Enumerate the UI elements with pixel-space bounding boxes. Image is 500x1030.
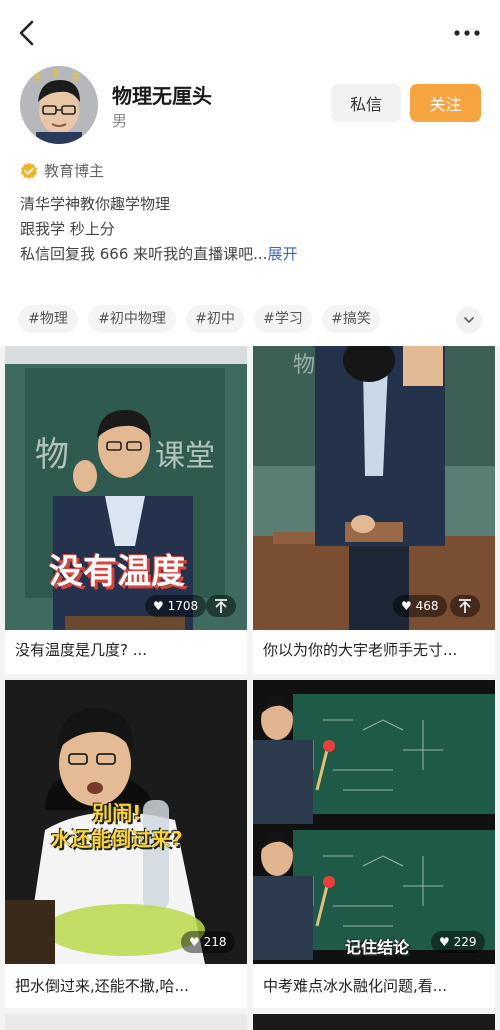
share-button[interactable] xyxy=(450,595,480,617)
svg-text:课堂: 课堂 xyxy=(155,439,215,474)
likes-count: 218 xyxy=(203,935,227,949)
likes-counter: ♥ 229 xyxy=(431,931,485,953)
avatar[interactable]: ? ? ? xyxy=(20,66,98,144)
video-card[interactable]: 物理 ♥ 468 xyxy=(253,346,495,674)
likes-counter: ♥ 1708 xyxy=(145,595,207,617)
bio: 清华学神教你趣学物理 跟我学 秒上分 私信回复我 666 来听我的直播课吧...… xyxy=(20,192,480,267)
video-title: 中考难点冰水融化问题,看... xyxy=(263,977,448,995)
video-title: 你以为你的大宇老师手无寸... xyxy=(263,641,458,659)
verified-title: 教育博主 xyxy=(44,162,105,180)
bio-line-2: 跟我学 秒上分 xyxy=(20,220,115,238)
tag-chip[interactable]: #初中 xyxy=(186,305,244,333)
expand-link[interactable]: 展开 xyxy=(267,245,297,263)
tags-expand-button[interactable] xyxy=(456,307,482,333)
tag-bar: #物理 #初中物理 #初中 #学习 #搞笑 xyxy=(18,305,482,335)
share-up-icon xyxy=(215,599,227,613)
chevron-left-icon xyxy=(19,20,34,46)
profile-header: ? ? ? 物理无厘头 男 私信 关注 xyxy=(0,62,500,152)
likes-counter: ♥ 468 xyxy=(393,595,447,617)
video-card[interactable]: 记住结论 ♥ 229 中考难点冰水融化问题,看... xyxy=(253,680,495,1008)
tag-chip[interactable]: #物理 xyxy=(18,305,78,333)
bio-line-1: 清华学神教你趣学物理 xyxy=(20,195,171,213)
svg-text:?: ? xyxy=(34,71,41,85)
chevron-down-icon xyxy=(464,317,474,323)
profile-name: 物理无厘头 xyxy=(112,84,212,108)
video-title: 没有温度是几度? ... xyxy=(15,641,148,659)
video-card-partial[interactable] xyxy=(253,1014,495,1030)
heart-icon: ♥ xyxy=(439,935,450,949)
video-card[interactable]: 物 课堂 没有温度 ♥ 1708 没有温度是几度? ... xyxy=(5,346,247,674)
back-button[interactable] xyxy=(14,18,42,48)
video-title: 把水倒过来,还能不撒,哈... xyxy=(15,977,189,995)
likes-counter: ♥ 218 xyxy=(181,931,235,953)
video-card[interactable]: 别闹! 水还能倒过来? ♥ 218 把水倒过来,还能不撒,哈... xyxy=(5,680,247,1008)
bio-line-3-wrap: 私信回复我 666 来听我的直播课吧...展开 xyxy=(20,242,480,267)
more-dots-icon xyxy=(454,30,480,36)
tag-chip[interactable]: #学习 xyxy=(254,305,312,333)
video-thumbnail: 别闹! 水还能倒过来? ♥ 218 xyxy=(5,680,247,964)
tag-chip[interactable]: #搞笑 xyxy=(322,305,380,333)
share-up-icon xyxy=(459,599,471,613)
likes-count: 468 xyxy=(415,599,439,613)
likes-count: 1708 xyxy=(167,599,199,613)
more-button[interactable] xyxy=(452,22,482,42)
heart-icon: ♥ xyxy=(401,599,412,613)
profile-gender: 男 xyxy=(112,112,128,130)
video-overlay-caption: 记住结论 xyxy=(345,938,410,957)
video-thumbnail: 记住结论 ♥ 229 xyxy=(253,680,495,964)
video-thumbnail: 物 课堂 没有温度 ♥ 1708 xyxy=(5,346,247,630)
video-thumbnail: 物理 ♥ 468 xyxy=(253,346,495,630)
verified-badge-icon xyxy=(21,162,37,179)
message-button[interactable]: 私信 xyxy=(331,84,401,122)
svg-text:物: 物 xyxy=(35,435,69,475)
video-overlay-caption: 没有温度 xyxy=(49,552,185,592)
heart-icon: ♥ xyxy=(153,599,164,613)
tag-chip[interactable]: #初中物理 xyxy=(88,305,176,333)
share-button[interactable] xyxy=(206,595,236,617)
video-grid: 物 课堂 没有温度 ♥ 1708 没有温度是几度? ... ♥ 468 你以为你… xyxy=(0,346,500,1030)
svg-text:?: ? xyxy=(72,71,79,85)
heart-icon: ♥ xyxy=(189,935,200,949)
top-bar xyxy=(0,0,500,66)
video-overlay-caption: 别闹! 水还能倒过来? xyxy=(51,801,183,851)
bio-line-3: 私信回复我 666 来听我的直播课吧... xyxy=(20,245,268,263)
video-card-partial[interactable] xyxy=(5,1014,247,1030)
follow-button[interactable]: 关注 xyxy=(410,84,481,122)
likes-count: 229 xyxy=(453,935,477,949)
avatar-image: ? ? ? xyxy=(20,66,98,144)
svg-text:?: ? xyxy=(52,67,59,81)
